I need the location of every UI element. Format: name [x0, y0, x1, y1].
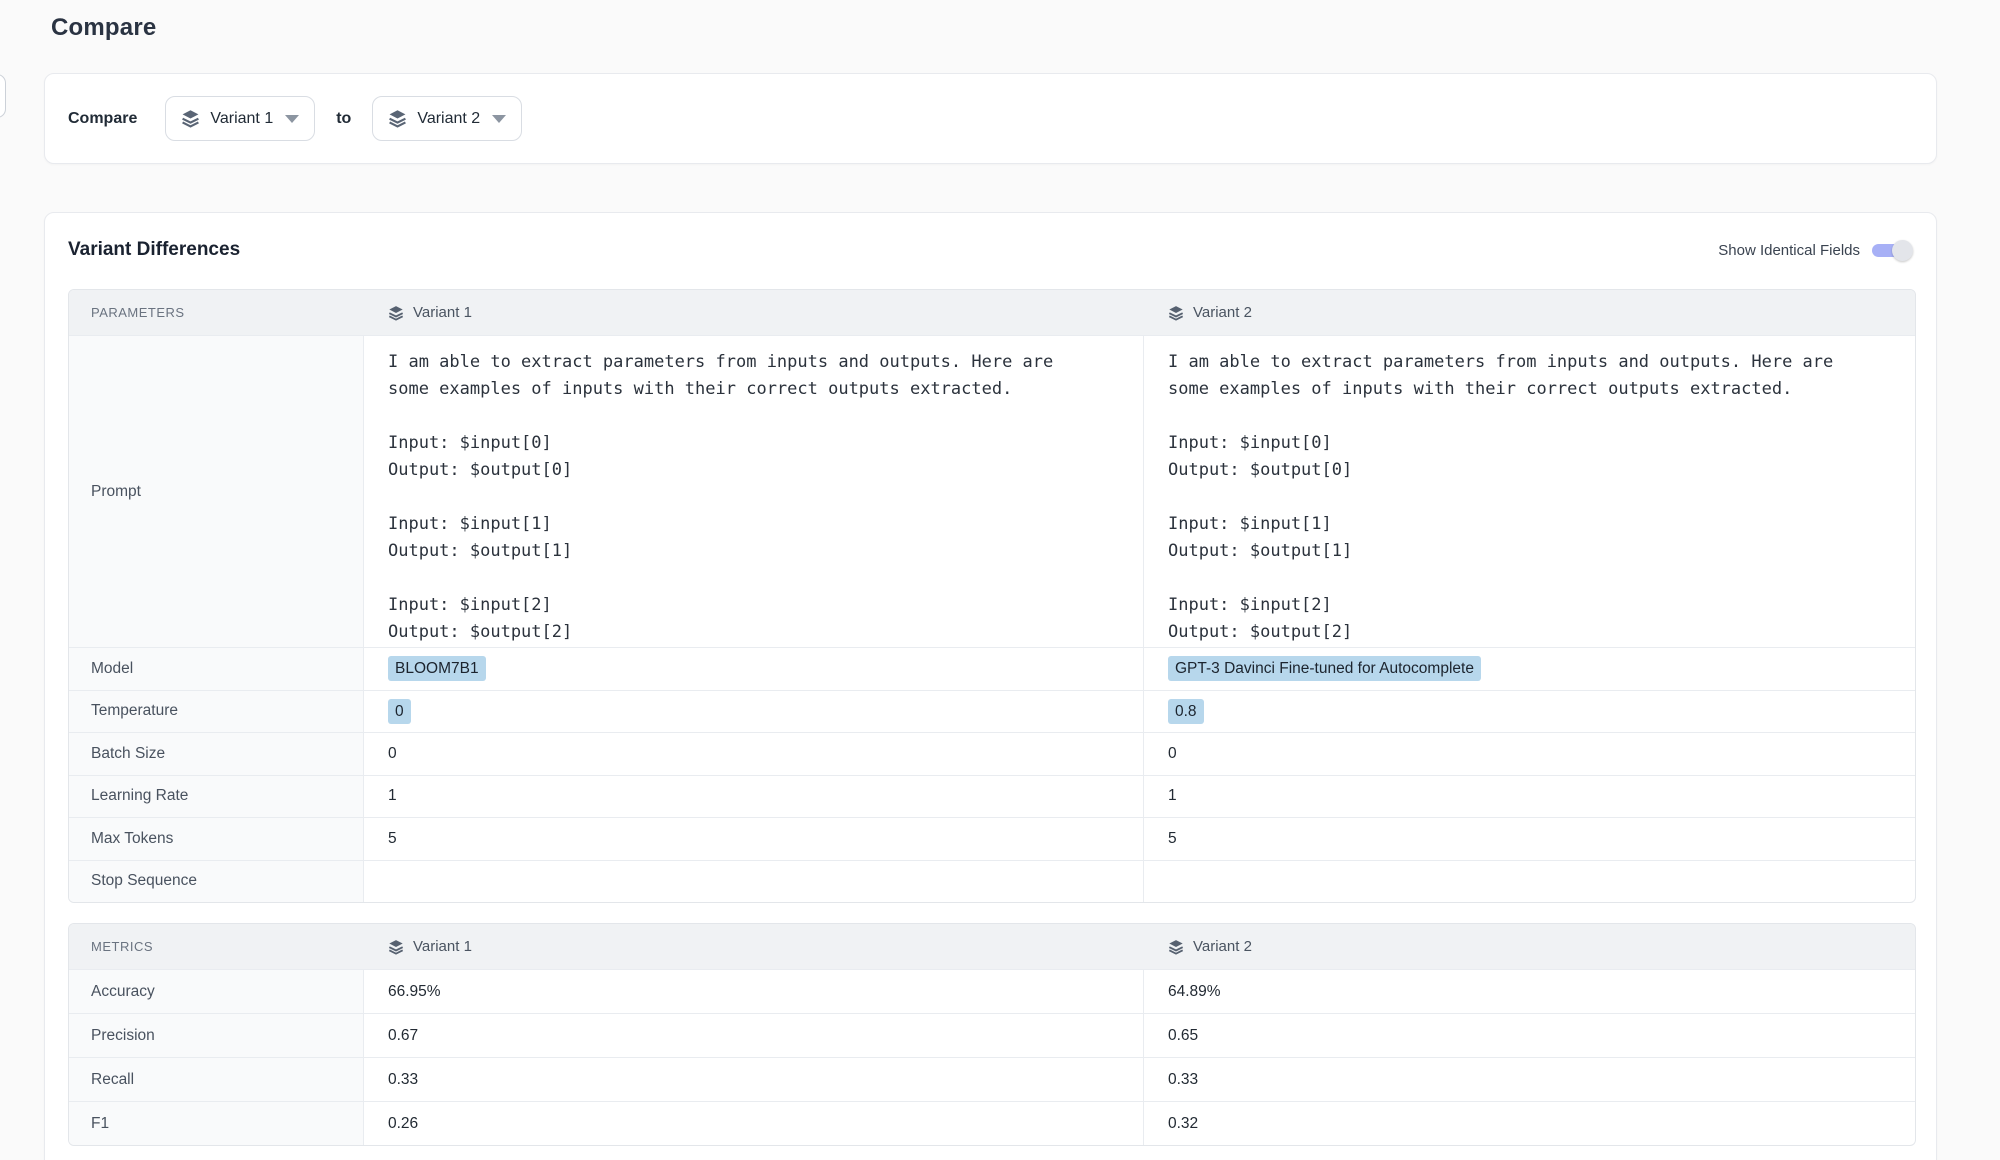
metrics-section-label: METRICS: [69, 924, 364, 969]
param-value-v1: 1: [364, 776, 1144, 818]
parameters-table-header: PARAMETERS Variant 1 Variant 2: [69, 290, 1915, 335]
diff-highlight: BLOOM7B1: [388, 656, 486, 681]
compare-label: Compare: [68, 110, 137, 128]
table-row-f1: F1 0.26 0.32: [69, 1101, 1915, 1145]
variant2-column-header: Variant 2: [1144, 924, 1915, 969]
table-row-temperature: Temperature 0 0.8: [69, 690, 1915, 733]
parameters-section-label: PARAMETERS: [69, 290, 364, 335]
layers-icon: [388, 109, 407, 128]
to-label: to: [336, 110, 351, 128]
variant2-dropdown-label: Variant 2: [417, 110, 480, 128]
table-row-prompt: Prompt I am able to extract parameters f…: [69, 335, 1915, 647]
diff-highlight: 0.8: [1168, 699, 1204, 724]
compare-selector-card: Compare Variant 1 to Variant 2: [44, 73, 1937, 164]
param-value-v1: BLOOM7B1: [364, 648, 1144, 690]
show-identical-fields-label: Show Identical Fields: [1718, 242, 1860, 259]
param-value-v1: 0: [364, 733, 1144, 775]
variant1-column-header: Variant 1: [364, 290, 1144, 335]
metric-value-v2: 0.32: [1144, 1102, 1915, 1145]
param-value-v2: GPT-3 Davinci Fine-tuned for Autocomplet…: [1144, 648, 1915, 690]
chevron-down-icon: [492, 115, 506, 123]
layers-icon: [1168, 305, 1184, 321]
param-value-v1: 5: [364, 818, 1144, 860]
param-value-v2: 0: [1144, 733, 1915, 775]
sidebar-peek-handle[interactable]: [0, 74, 6, 118]
param-value-v2: 1: [1144, 776, 1915, 818]
param-label: Max Tokens: [69, 818, 364, 860]
layers-icon: [181, 109, 200, 128]
diff-highlight: GPT-3 Davinci Fine-tuned for Autocomplet…: [1168, 656, 1481, 681]
variant-differences-header: Variant Differences Show Identical Field…: [68, 237, 1913, 263]
param-value-v1: [364, 861, 1144, 903]
param-value-v2: 5: [1144, 818, 1915, 860]
page-title: Compare: [51, 14, 156, 42]
table-row-batch-size: Batch Size 0 0: [69, 732, 1915, 775]
compare-page: Compare Compare Variant 1 to Variant 2 V…: [0, 0, 2000, 1160]
metrics-table-header: METRICS Variant 1 Variant 2: [69, 924, 1915, 969]
metric-value-v2: 0.65: [1144, 1014, 1915, 1057]
table-row-learning-rate: Learning Rate 1 1: [69, 775, 1915, 818]
variant2-column-label: Variant 2: [1193, 304, 1252, 321]
metric-value-v2: 0.33: [1144, 1058, 1915, 1101]
variant1-dropdown-label: Variant 1: [210, 110, 273, 128]
show-identical-fields-toggle[interactable]: [1872, 244, 1909, 257]
prompt-text: I am able to extract parameters from inp…: [388, 349, 1053, 646]
chevron-down-icon: [285, 115, 299, 123]
param-label: Model: [69, 648, 364, 690]
layers-icon: [388, 939, 404, 955]
param-label: Batch Size: [69, 733, 364, 775]
param-value-v2: [1144, 861, 1915, 903]
param-label: Learning Rate: [69, 776, 364, 818]
metric-value-v1: 0.67: [364, 1014, 1144, 1057]
metric-value-v1: 0.26: [364, 1102, 1144, 1145]
prompt-text: I am able to extract parameters from inp…: [1168, 349, 1833, 646]
diff-highlight: 0: [388, 699, 411, 724]
variant2-column-label: Variant 2: [1193, 938, 1252, 955]
variant1-column-label: Variant 1: [413, 304, 472, 321]
metric-value-v1: 0.33: [364, 1058, 1144, 1101]
param-value-v1: I am able to extract parameters from inp…: [364, 336, 1144, 647]
table-row-model: Model BLOOM7B1 GPT-3 Davinci Fine-tuned …: [69, 647, 1915, 690]
toggle-knob: [1892, 240, 1913, 261]
variant2-dropdown[interactable]: Variant 2: [372, 96, 522, 141]
show-identical-fields-group: Show Identical Fields: [1718, 242, 1913, 259]
metric-value-v1: 66.95%: [364, 970, 1144, 1013]
param-value-v2: 0.8: [1144, 691, 1915, 733]
metric-label: Precision: [69, 1014, 364, 1057]
param-label: Prompt: [69, 336, 364, 647]
table-row-max-tokens: Max Tokens 5 5: [69, 817, 1915, 860]
variant-differences-card: Variant Differences Show Identical Field…: [44, 212, 1937, 1160]
metric-label: F1: [69, 1102, 364, 1145]
param-label: Stop Sequence: [69, 861, 364, 903]
param-label: Temperature: [69, 691, 364, 733]
metric-label: Recall: [69, 1058, 364, 1101]
table-row-accuracy: Accuracy 66.95% 64.89%: [69, 969, 1915, 1013]
metric-value-v2: 64.89%: [1144, 970, 1915, 1013]
variant1-column-header: Variant 1: [364, 924, 1144, 969]
variant1-column-label: Variant 1: [413, 938, 472, 955]
variant-differences-title: Variant Differences: [68, 239, 240, 261]
variant2-column-header: Variant 2: [1144, 290, 1915, 335]
table-row-precision: Precision 0.67 0.65: [69, 1013, 1915, 1057]
metrics-table: METRICS Variant 1 Variant 2 Accuracy 66.…: [68, 923, 1916, 1146]
parameters-table: PARAMETERS Variant 1 Variant 2 Prompt I …: [68, 289, 1916, 903]
param-value-v2: I am able to extract parameters from inp…: [1144, 336, 1915, 647]
table-row-stop-sequence: Stop Sequence: [69, 860, 1915, 903]
param-value-v1: 0: [364, 691, 1144, 733]
table-row-recall: Recall 0.33 0.33: [69, 1057, 1915, 1101]
layers-icon: [388, 305, 404, 321]
metric-label: Accuracy: [69, 970, 364, 1013]
layers-icon: [1168, 939, 1184, 955]
variant1-dropdown[interactable]: Variant 1: [165, 96, 315, 141]
